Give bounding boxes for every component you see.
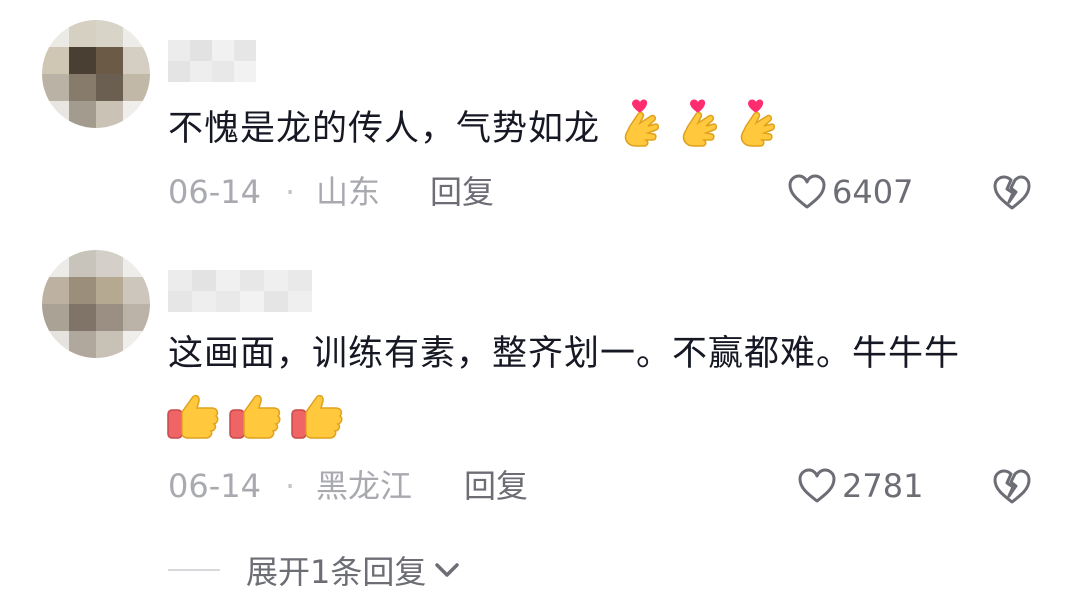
thumbs-up-icon [229,394,281,439]
comment-item: 这画面，训练有素，整齐划一。不赢都难。牛牛牛 06-14 · 黑龙江 回复 27… [0,240,1080,540]
finger-heart-icon [740,99,776,147]
finger-heart-icon [682,99,718,147]
avatar[interactable] [42,20,150,128]
comment-location: 黑龙江 [316,467,413,505]
separator-dot: · [285,173,296,211]
comment-text-body: 不愧是龙的传人，气势如龙 [168,109,601,149]
emoji-group [166,386,348,444]
comment-location: 山东 [316,173,381,211]
comment-meta: 06-14 · 山东 回复 6407 [168,168,1032,216]
like-count: 2781 [842,467,924,505]
reply-button[interactable]: 回复 [464,462,528,510]
username-blurred[interactable] [168,270,312,312]
comment-text: 这画面，训练有素，整齐划一。不赢都难。牛牛牛 [168,328,960,380]
comment-item: 不愧是龙的传人，气势如龙 06-14 · 山东 回复 6407 [0,0,1080,230]
chevron-down-icon [435,563,460,577]
thumbs-up-icon [167,394,219,439]
separator-dot: · [285,467,296,505]
dislike-broken-heart-icon[interactable] [992,466,1032,506]
heart-outline-icon [788,174,826,209]
comment-date: 06-14 [168,173,261,211]
comment-date: 06-14 [168,467,261,505]
expand-replies-label: 展开1条回复 [246,553,427,591]
thumbs-up-icon [291,394,343,439]
emoji-group [618,96,786,152]
divider-line [168,569,220,571]
heart-outline-icon [798,468,836,503]
reply-button[interactable]: 回复 [430,168,494,216]
comment-text: 不愧是龙的传人，气势如龙 [168,96,786,155]
comment-text-body: 这画面，训练有素，整齐划一。不赢都难。牛牛牛 [168,334,961,374]
avatar[interactable] [42,250,150,358]
finger-heart-icon [624,99,660,147]
username-blurred[interactable] [168,40,256,82]
like-count: 6407 [832,173,914,211]
expand-replies-button[interactable]: 展开1条回复 [168,544,462,596]
like-button[interactable]: 6407 [788,168,913,216]
like-button[interactable]: 2781 [798,462,923,510]
dislike-broken-heart-icon[interactable] [992,172,1032,212]
comment-meta: 06-14 · 黑龙江 回复 2781 [168,462,1032,510]
